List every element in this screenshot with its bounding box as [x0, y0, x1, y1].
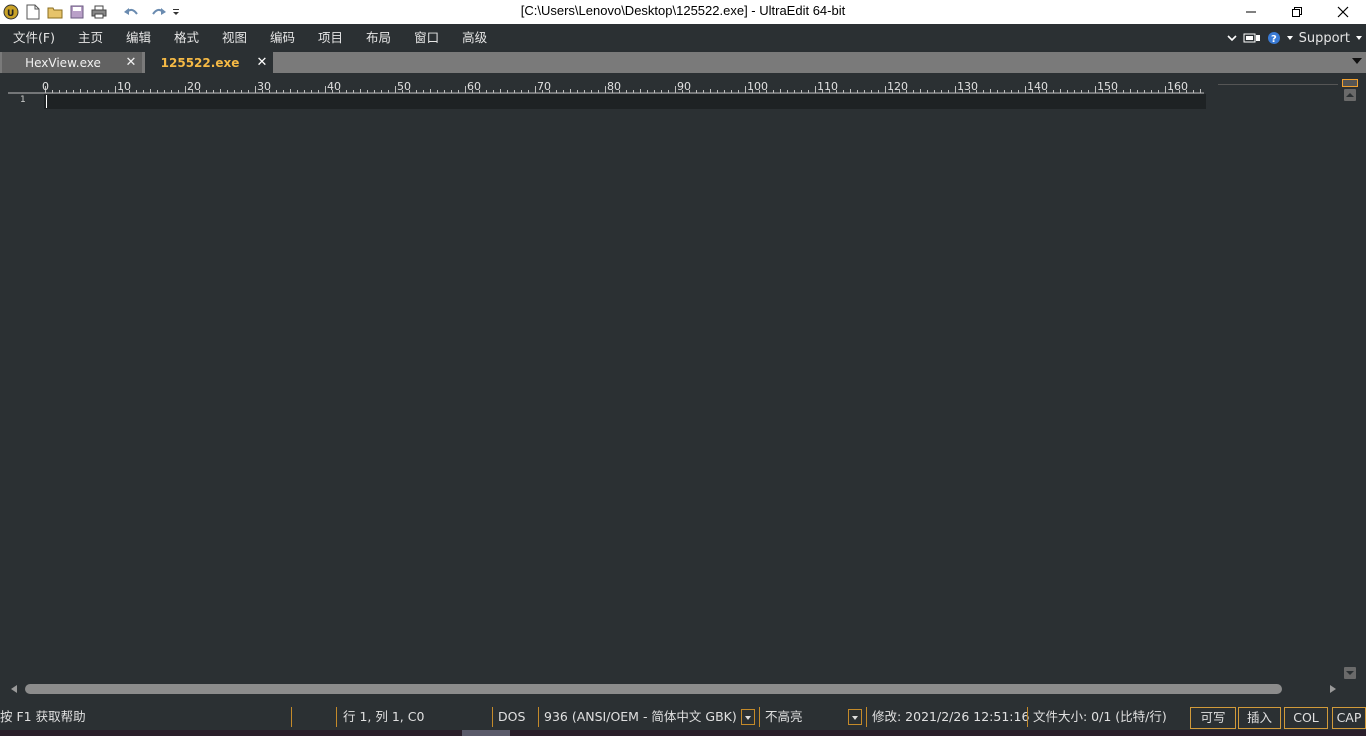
quick-access-toolbar: U: [2, 0, 184, 24]
tab-label: 125522.exe: [160, 55, 240, 70]
new-file-icon[interactable]: [24, 3, 42, 21]
tab-bar: HexView.exe ✕ 125522.exe ✕: [0, 52, 1366, 73]
editor-text-area[interactable]: [44, 94, 1206, 109]
screen-mode-icon[interactable]: [1243, 32, 1261, 44]
status-line-ending[interactable]: DOS: [498, 704, 525, 730]
highlight-dropdown-icon[interactable]: [848, 709, 862, 725]
redo-icon[interactable]: [150, 3, 168, 21]
ruler-label: 70: [537, 80, 551, 93]
app-logo-icon[interactable]: U: [2, 3, 20, 21]
taskbar-highlight: [462, 730, 510, 736]
minimize-icon[interactable]: [1228, 0, 1274, 24]
scroll-indicator[interactable]: [1342, 79, 1358, 87]
status-col[interactable]: COL: [1284, 707, 1328, 729]
support-dropdown-icon[interactable]: [1356, 35, 1362, 41]
menu-format[interactable]: 格式: [161, 24, 209, 52]
svg-text:?: ?: [1271, 34, 1277, 45]
ruler-label: 60: [467, 80, 481, 93]
ruler-label: 80: [607, 80, 621, 93]
status-writable[interactable]: 可写: [1190, 707, 1236, 729]
close-tab-icon[interactable]: ✕: [124, 55, 138, 70]
menu-right-tools: ? Support: [1227, 24, 1362, 52]
collapse-ribbon-icon[interactable]: [1227, 34, 1237, 42]
encoding-dropdown-icon[interactable]: [741, 709, 755, 725]
status-separator: [291, 707, 292, 727]
ruler-label: 110: [817, 80, 838, 93]
menu-window[interactable]: 窗口: [401, 24, 449, 52]
taskbar-strip: [0, 730, 1366, 736]
ruler-label: 40: [327, 80, 341, 93]
status-separator: [866, 707, 867, 727]
ruler-label: 100: [747, 80, 768, 93]
status-bar: 按 F1 获取帮助 行 1, 列 1, C0 DOS 936 (ANSI/OEM…: [0, 704, 1366, 730]
ruler-label: 160: [1167, 80, 1188, 93]
close-icon[interactable]: [1320, 0, 1366, 24]
tab-125522[interactable]: 125522.exe ✕: [145, 52, 273, 73]
menu-view[interactable]: 视图: [209, 24, 257, 52]
menu-project[interactable]: 项目: [305, 24, 353, 52]
open-folder-icon[interactable]: [46, 3, 64, 21]
scroll-left-icon[interactable]: [11, 685, 17, 693]
ruler-label: 150: [1097, 80, 1118, 93]
tab-hexview[interactable]: HexView.exe ✕: [2, 52, 142, 73]
svg-text:U: U: [7, 9, 14, 19]
status-separator: [492, 707, 493, 727]
undo-icon[interactable]: [122, 3, 140, 21]
menu-encoding[interactable]: 编码: [257, 24, 305, 52]
status-position[interactable]: 行 1, 列 1, C0: [343, 704, 424, 730]
status-separator: [1027, 707, 1028, 727]
help-dropdown-icon[interactable]: [1286, 35, 1293, 41]
scrollbar-thumb[interactable]: [25, 684, 1282, 694]
status-help: 按 F1 获取帮助: [0, 709, 86, 724]
support-menu[interactable]: Support: [1299, 31, 1350, 46]
ruler-label: 140: [1027, 80, 1048, 93]
title-bar: U [C:\Users\Lenovo\Desktop\125522.exe] -…: [0, 0, 1366, 24]
status-cap[interactable]: CAP: [1332, 707, 1366, 729]
line-number: 1: [20, 95, 26, 105]
restore-icon[interactable]: [1274, 0, 1320, 24]
ruler-label: 10: [117, 80, 131, 93]
ruler-label: 30: [257, 80, 271, 93]
print-icon[interactable]: [90, 3, 108, 21]
help-icon[interactable]: ?: [1267, 31, 1281, 45]
text-caret: [46, 95, 47, 108]
customize-dropdown-icon[interactable]: [172, 3, 180, 21]
ruler-label: 120: [887, 80, 908, 93]
window-title: [C:\Users\Lenovo\Desktop\125522.exe] - U…: [520, 3, 846, 18]
status-separator: [538, 707, 539, 727]
tab-list-dropdown-icon[interactable]: [1352, 58, 1362, 64]
save-icon[interactable]: [68, 3, 86, 21]
status-insert[interactable]: 插入: [1238, 707, 1281, 729]
horizontal-scrollbar[interactable]: [8, 683, 1342, 695]
menu-list: 文件(F) 主页 编辑 格式 视图 编码 项目 布局 窗口 高级: [0, 24, 497, 52]
minimap[interactable]: [1218, 84, 1338, 85]
status-modified: 修改: 2021/2/26 12:51:16: [872, 709, 1030, 724]
ruler-label: 20: [187, 80, 201, 93]
tab-label: HexView.exe: [25, 55, 101, 70]
status-highlight[interactable]: 不高亮: [765, 704, 803, 730]
menu-layout[interactable]: 布局: [353, 24, 401, 52]
ruler-label: 0: [42, 80, 49, 93]
status-filesize: 文件大小: 0/1 (比特/行): [1033, 709, 1167, 724]
menu-edit[interactable]: 编辑: [113, 24, 161, 52]
scroll-right-icon[interactable]: [1330, 685, 1336, 693]
column-ruler: 0 10 20 30 40 50 60 70 80 90 100 110 120 130 140 150 160: [8, 80, 1204, 94]
menu-advanced[interactable]: 高级: [449, 24, 497, 52]
status-separator: [336, 707, 337, 727]
menu-home[interactable]: 主页: [65, 24, 113, 52]
scroll-up-icon[interactable]: [1344, 89, 1356, 101]
window-controls: [1228, 0, 1366, 24]
status-separator: [759, 707, 760, 727]
ruler-label: 50: [397, 80, 411, 93]
status-encoding[interactable]: 936 (ANSI/OEM - 简体中文 GBK): [544, 704, 737, 730]
close-tab-icon[interactable]: ✕: [255, 55, 269, 70]
ruler-label: 90: [677, 80, 691, 93]
menu-file[interactable]: 文件(F): [0, 24, 65, 52]
ruler-label: 130: [957, 80, 978, 93]
menu-bar: 文件(F) 主页 编辑 格式 视图 编码 项目 布局 窗口 高级 ? Suppo…: [0, 24, 1366, 52]
scroll-down-icon[interactable]: [1344, 667, 1356, 679]
